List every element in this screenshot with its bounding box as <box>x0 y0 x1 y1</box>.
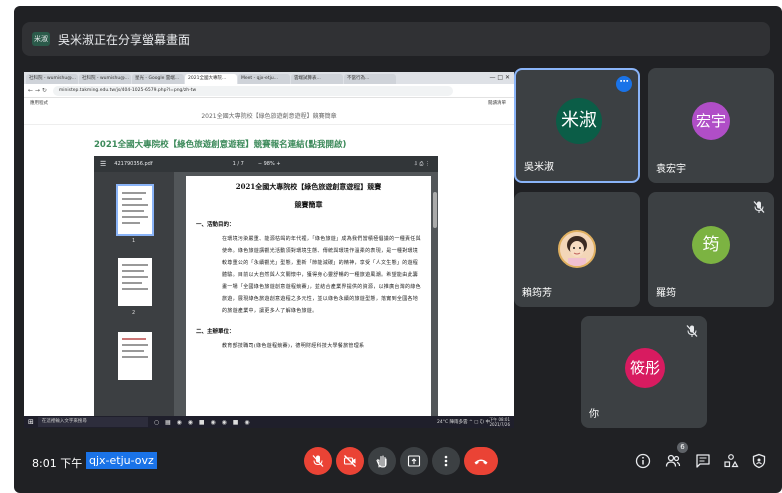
doc-section-heading: 一、活動目的： <box>196 222 235 228</box>
more-options-button[interactable] <box>432 447 460 475</box>
shared-screen[interactable]: 社科院 - wumishu@... 社科院 - wumishu@... 星光 -… <box>24 72 514 428</box>
nav-arrows-icon[interactable]: ← → ↻ <box>28 87 47 94</box>
browser-tab[interactable]: 不當行為... <box>344 74 396 84</box>
participant-avatar: 筠 <box>692 226 730 264</box>
pdf-zoom[interactable]: − 98% + <box>258 161 281 167</box>
activities-button[interactable] <box>722 452 740 470</box>
doc-title: 2021全國大專院校【綠色旅遊創意遊程】競賽 <box>235 182 382 191</box>
doc-paragraph: 在環境污染嚴重、能源枯竭的年代裡，「綠色旅遊」成為我們當積極倡議的一種責任與使命… <box>222 236 421 314</box>
pdf-thumbnail[interactable] <box>118 332 152 380</box>
participant-name: 賴筠芳 <box>522 288 552 299</box>
meeting-details-button[interactable] <box>634 452 652 470</box>
present-icon <box>407 455 421 467</box>
mic-off-icon <box>312 455 324 467</box>
browser-tab-bar: 社科院 - wumishu@... 社科院 - wumishu@... 星光 -… <box>24 72 514 84</box>
activities-icon <box>724 454 739 468</box>
taskbar-app-icons[interactable]: ○ ▦ ◉ ◉ ■ ◉ ◉ ■ ◉ <box>154 419 252 426</box>
thumbnail-number: 2 <box>132 310 136 316</box>
window-controls[interactable]: — □ ✕ <box>489 72 510 83</box>
participant-avatar: 宏宇 <box>692 102 730 140</box>
participant-count-badge: 6 <box>677 442 688 453</box>
participant-tile[interactable]: 宏宇 袁宏宇 <box>648 68 774 183</box>
bookmark-reading-list[interactable]: 閱讀清單 <box>488 99 506 109</box>
participant-name: 袁宏宇 <box>656 164 686 175</box>
participant-name: 吳米淑 <box>524 162 554 173</box>
participant-avatar: 筱彤 <box>625 348 665 388</box>
url-field[interactable]: ministep.takming.edu.tw/js/404-1025-6579… <box>52 85 453 96</box>
windows-start-icon[interactable]: ⊞ <box>28 418 34 426</box>
meeting-time: 8:01 下午 <box>32 457 83 470</box>
participant-avatar: 米淑 <box>556 98 602 144</box>
pdf-thumbnail[interactable] <box>116 184 154 236</box>
menu-icon[interactable]: ☰ <box>100 160 106 168</box>
presenter-mini-avatar: 米淑 <box>32 32 50 46</box>
participant-name: 羅筠 <box>656 288 676 299</box>
pdf-viewer: ☰ 421790356.pdf 1 / 7 − 98% + ⇩ ⎙ ⋮ 1 2 … <box>94 156 438 428</box>
participant-tile[interactable]: 米淑 ⋯ 吳米淑 <box>514 68 640 183</box>
browser-tab[interactable]: Meet - qjx-etju... <box>238 74 290 84</box>
camera-toggle-button[interactable] <box>336 447 364 475</box>
bookmarks-bar: 應用程式 閱讀清單 <box>24 99 514 109</box>
camera-off-icon <box>343 455 356 467</box>
people-icon <box>665 454 681 467</box>
info-icon <box>635 453 651 469</box>
participant-name: 你 <box>589 409 599 420</box>
doc-paragraph: 教育部技職司(綠色遊程競賽)，德明財經科技大學餐旅管理系 <box>222 343 365 349</box>
presenting-text: 吳米淑正在分享螢幕畫面 <box>58 32 191 47</box>
hand-icon <box>376 455 387 468</box>
address-bar: ← → ↻ ministep.takming.edu.tw/js/404-102… <box>24 84 514 98</box>
participant-tile[interactable]: 筠 羅筠 <box>648 192 774 307</box>
present-screen-button[interactable] <box>400 447 428 475</box>
chat-button[interactable] <box>694 452 712 470</box>
pdf-page-indicator[interactable]: 1 / 7 <box>233 161 244 167</box>
participant-photo-avatar <box>558 230 596 268</box>
meeting-code[interactable]: qjx-etju-ovz <box>86 452 157 469</box>
pdf-download-print-icons[interactable]: ⇩ ⎙ ⋮ <box>414 161 430 167</box>
participants-button[interactable] <box>664 452 682 470</box>
more-vertical-icon <box>444 455 448 467</box>
doc-subtitle: 競賽簡章 <box>294 200 323 209</box>
pdf-thumbnails: 1 2 <box>94 172 174 428</box>
host-controls-button[interactable] <box>750 452 768 470</box>
raise-hand-button[interactable] <box>368 447 396 475</box>
browser-tab[interactable]: 社科院 - wumishu@... <box>26 74 78 84</box>
registration-link[interactable]: 2021全國大專院校【綠色旅遊創意遊程】競賽報名連結(點我開啟) <box>94 138 346 150</box>
browser-tab-active[interactable]: 2021全國大專院... <box>185 74 237 84</box>
presenting-banner: 米淑 吳米淑正在分享螢幕畫面 <box>22 22 770 56</box>
pdf-filename: 421790356.pdf <box>114 161 153 167</box>
meet-window: 米淑 吳米淑正在分享螢幕畫面 社科院 - wumishu@... 社科院 - w… <box>14 6 782 493</box>
browser-tab[interactable]: 星光 - Google 雲端... <box>132 74 184 84</box>
hangup-phone-icon <box>474 459 488 465</box>
browser-tab[interactable]: 雲端試算表... <box>291 74 343 84</box>
system-tray[interactable]: 24°C 陣雨多雲 ^ □ ζ) 中 <box>437 419 490 425</box>
thumbnail-number: 1 <box>132 238 136 244</box>
participant-tile[interactable]: 賴筠芳 <box>514 192 640 307</box>
mic-toggle-button[interactable] <box>304 447 332 475</box>
taskbar-clock: 下午 08:01 2021/7/26 <box>489 417 510 427</box>
bookmark-apps[interactable]: 應用程式 <box>30 101 48 106</box>
pdf-page: 2021全國大專院校【綠色旅遊創意遊程】競賽 競賽簡章 一、活動目的： 在環境污… <box>186 176 431 428</box>
taskbar-search[interactable]: 在這裡輸入文字來搜尋 <box>37 417 148 427</box>
leave-call-button[interactable] <box>464 447 498 475</box>
more-options-icon[interactable]: ⋯ <box>616 76 632 92</box>
doc-section-heading: 二、主辦單位： <box>196 329 235 335</box>
mic-off-icon <box>753 201 765 213</box>
pdf-scrollbar[interactable] <box>432 172 438 428</box>
browser-tab[interactable]: 社科院 - wumishu@... <box>79 74 131 84</box>
page-header-title: 2021全國大專院校【綠色旅遊創意遊程】競賽簡章 <box>24 109 514 125</box>
pdf-thumbnail[interactable] <box>118 258 152 306</box>
participant-tile-self[interactable]: 筱彤 你 <box>581 316 707 428</box>
chat-icon <box>696 454 710 468</box>
mic-off-icon <box>686 325 698 337</box>
pdf-toolbar: ☰ 421790356.pdf 1 / 7 − 98% + ⇩ ⎙ ⋮ <box>94 156 438 172</box>
windows-taskbar: ⊞ 在這裡輸入文字來搜尋 ○ ▦ ◉ ◉ ■ ◉ ◉ ■ ◉ 24°C 陣雨多雲… <box>24 416 514 428</box>
shield-icon <box>752 453 766 469</box>
